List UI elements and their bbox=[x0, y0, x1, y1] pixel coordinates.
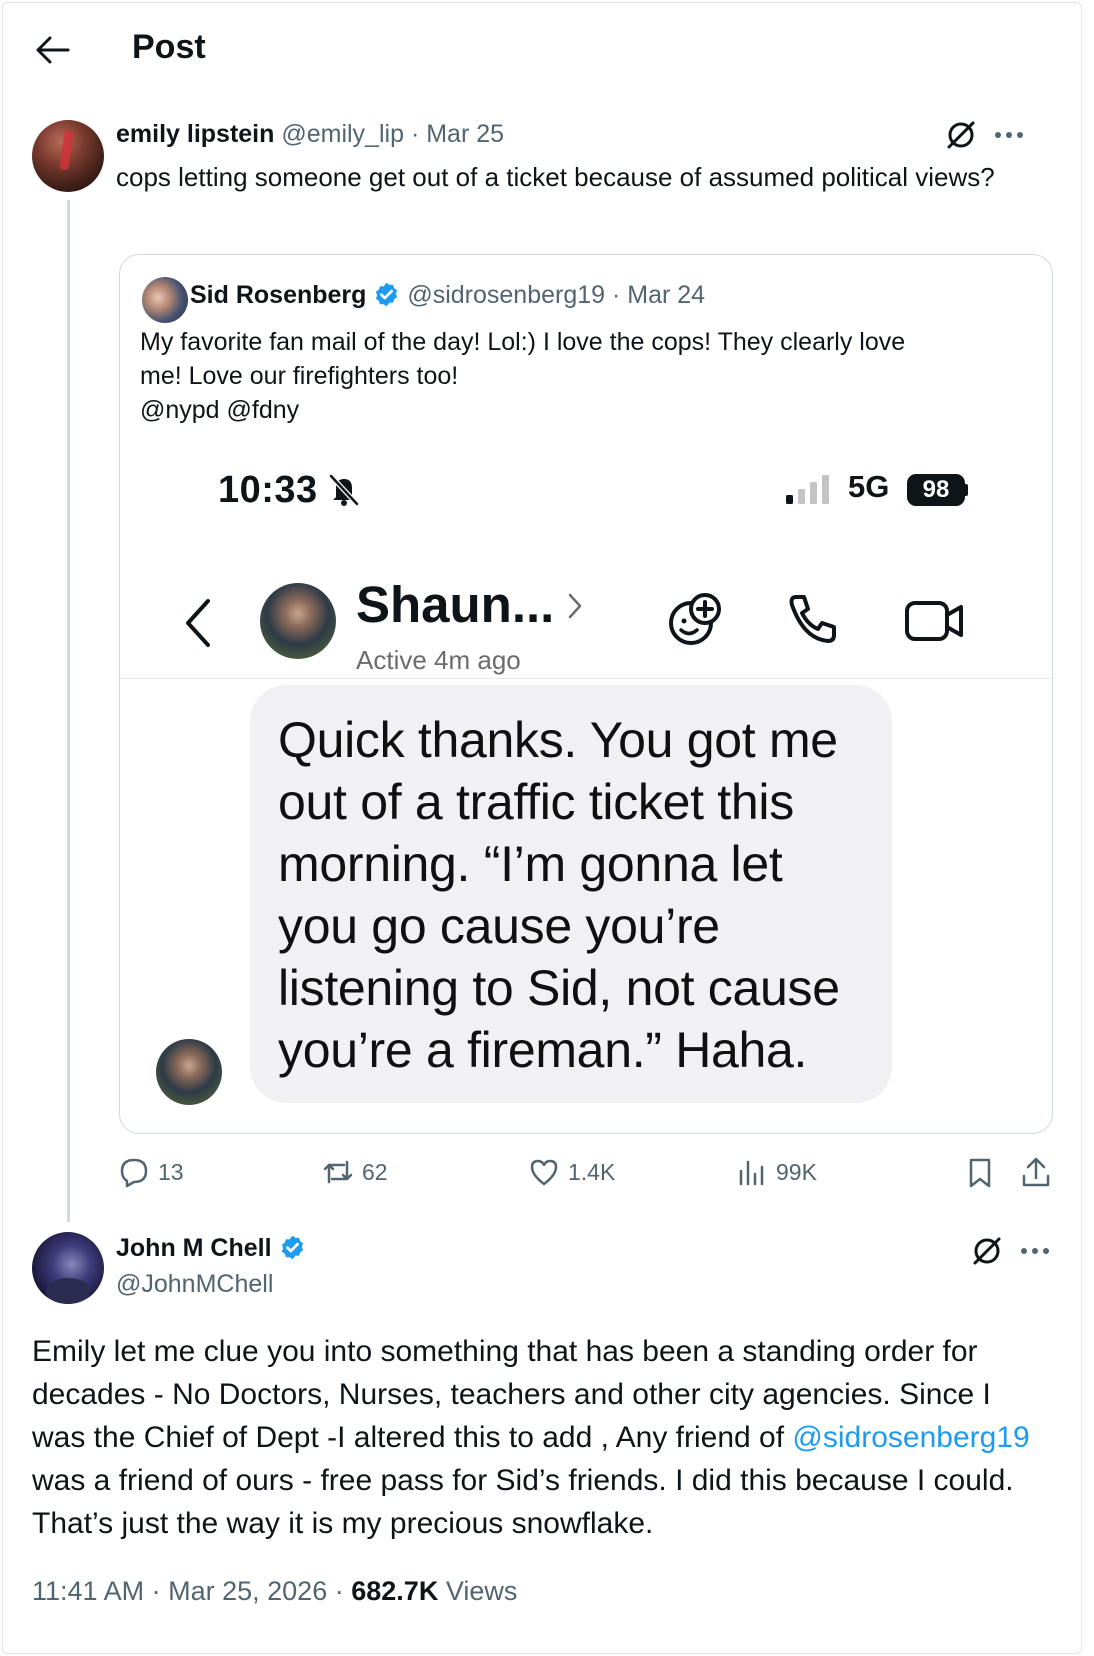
chevron-left-icon bbox=[186, 599, 210, 647]
phone-status-time: 10:33 bbox=[218, 469, 318, 511]
quoted-post-date: Mar 24 bbox=[627, 281, 706, 309]
thread-line bbox=[67, 200, 70, 1222]
separator-dot: · bbox=[612, 281, 621, 309]
quoted-author-handle: @sidrosenberg19 bbox=[407, 281, 606, 309]
more-options-icon[interactable] bbox=[1020, 1244, 1050, 1258]
more-options-icon[interactable] bbox=[994, 128, 1024, 142]
avatar[interactable] bbox=[32, 120, 104, 192]
message-bubble: Quick thanks. You got me out of a traffi… bbox=[250, 685, 892, 1103]
verified-badge-icon bbox=[281, 1235, 303, 1260]
reply-author-name[interactable]: John M Chell bbox=[116, 1234, 272, 1262]
quoted-text-line: My favorite fan mail of the day! Lol:) I… bbox=[140, 328, 906, 356]
quoted-text-line: @nypd @fdny bbox=[140, 396, 300, 424]
message-line: Quick thanks. You got me bbox=[278, 712, 838, 768]
grok-icon[interactable] bbox=[944, 118, 978, 152]
add-friend-icon bbox=[669, 593, 721, 645]
repost-icon bbox=[323, 1160, 353, 1184]
reply-text: Emily let me clue you into something tha… bbox=[32, 1330, 1052, 1545]
author-handle[interactable]: @emily_lip bbox=[281, 120, 404, 148]
analytics-icon bbox=[739, 1160, 764, 1186]
post-metadata: 11:41 AM · Mar 25, 2026 · 682.7K Views bbox=[32, 1576, 517, 1607]
quoted-text-line: me! Love our firefighters too! bbox=[140, 362, 459, 390]
contact-avatar bbox=[260, 583, 336, 659]
author-name[interactable]: emily lipstein bbox=[116, 120, 274, 148]
message-line: listening to Sid, not cause bbox=[278, 960, 840, 1016]
reply-icon bbox=[120, 1158, 148, 1188]
mention-link[interactable]: @sidrosenberg19 bbox=[792, 1421, 1029, 1454]
separator-dot: · bbox=[151, 1576, 161, 1606]
separator-dot: · bbox=[410, 120, 420, 148]
contact-status: Active 4m ago bbox=[356, 645, 521, 675]
reply-author-handle[interactable]: @JohnMChell bbox=[116, 1270, 273, 1299]
divider bbox=[120, 678, 1052, 679]
message-line: morning. “I’m gonna let bbox=[278, 836, 783, 892]
battery-level: 98 bbox=[907, 474, 965, 506]
post-author-row: emily lipstein @emily_lip · Mar 25 bbox=[116, 120, 504, 149]
chevron-right-icon bbox=[568, 593, 582, 619]
post-date[interactable]: Mar 25 bbox=[426, 120, 504, 148]
reply-author-row: John M Chell bbox=[116, 1234, 306, 1263]
battery-icon bbox=[965, 484, 968, 496]
like-action[interactable]: 1.4K bbox=[528, 1156, 615, 1188]
quoted-author-row: Sid Rosenberg @sidrosenberg19 · Mar 24 bbox=[190, 281, 705, 310]
views-total: 682.7K bbox=[351, 1576, 439, 1606]
verified-badge-icon bbox=[376, 282, 398, 307]
grok-icon[interactable] bbox=[970, 1234, 1004, 1268]
post-time[interactable]: 11:41 AM bbox=[32, 1576, 144, 1606]
repost-count: 62 bbox=[362, 1158, 388, 1185]
heart-icon bbox=[530, 1159, 558, 1186]
like-count: 1.4K bbox=[568, 1158, 616, 1185]
views-action[interactable]: 99K bbox=[736, 1156, 817, 1188]
reply-action[interactable]: 13 bbox=[118, 1156, 184, 1188]
reply-text-part: was a friend of ours - free pass for Sid… bbox=[32, 1464, 1014, 1540]
repost-action[interactable]: 62 bbox=[322, 1156, 388, 1188]
separator-dot: · bbox=[334, 1576, 344, 1606]
page-title: Post bbox=[132, 28, 206, 66]
bell-muted-icon bbox=[329, 474, 359, 506]
quoted-author-name: Sid Rosenberg bbox=[190, 281, 367, 309]
quoted-post-text: My favorite fan mail of the day! Lol:) I… bbox=[140, 325, 1040, 427]
share-icon[interactable] bbox=[1020, 1156, 1052, 1190]
message-line: you’re a fireman.” Haha. bbox=[278, 1022, 808, 1078]
cell-signal-icon bbox=[786, 475, 829, 504]
views-count: 99K bbox=[776, 1158, 817, 1185]
bookmark-icon[interactable] bbox=[964, 1156, 996, 1190]
quoted-avatar bbox=[142, 277, 188, 323]
phone-call-icon bbox=[789, 595, 836, 643]
sender-avatar bbox=[156, 1039, 222, 1105]
back-arrow-icon[interactable] bbox=[34, 34, 70, 66]
views-label: Views bbox=[445, 1576, 518, 1606]
post-full-date[interactable]: Mar 25, 2026 bbox=[168, 1576, 327, 1606]
contact-name: Shaun... bbox=[356, 576, 555, 633]
message-line: out of a traffic ticket this bbox=[278, 774, 794, 830]
network-type: 5G bbox=[848, 469, 890, 504]
quoted-post-card[interactable]: Sid Rosenberg @sidrosenberg19 · Mar 24 M… bbox=[119, 254, 1053, 1134]
reply-avatar[interactable] bbox=[32, 1232, 104, 1304]
message-line: you go cause you’re bbox=[278, 898, 720, 954]
video-call-icon bbox=[905, 601, 963, 641]
post-text: cops letting someone get out of a ticket… bbox=[116, 162, 995, 192]
message-text: Quick thanks. You got me out of a traffi… bbox=[278, 709, 878, 1081]
reply-count: 13 bbox=[158, 1158, 184, 1185]
